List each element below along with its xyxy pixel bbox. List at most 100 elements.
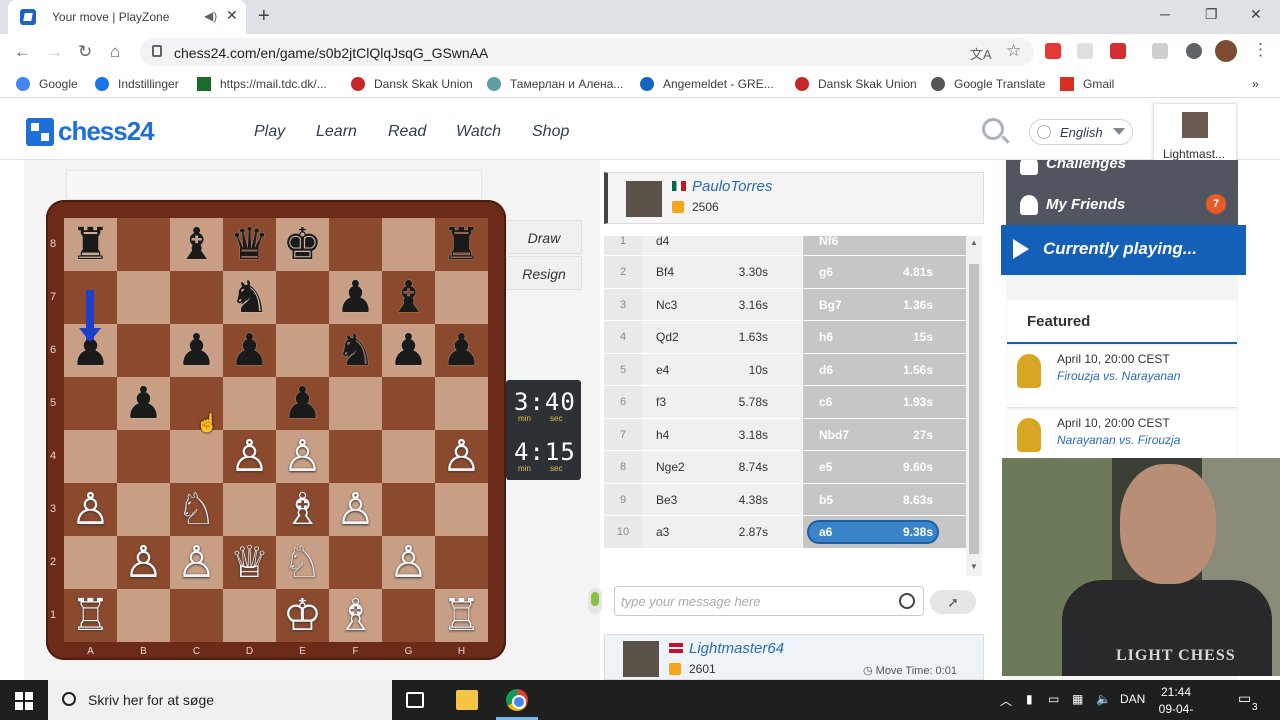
search-icon[interactable] xyxy=(982,118,1004,140)
square-f4[interactable] xyxy=(329,430,382,483)
black-move[interactable]: Nbd7 27s xyxy=(803,418,966,450)
square-b7[interactable] xyxy=(117,271,170,324)
minimize-icon[interactable]: ─ xyxy=(1160,6,1170,22)
extension-icon[interactable] xyxy=(1077,43,1093,59)
square-c4[interactable] xyxy=(170,430,223,483)
bookmark-angemeldet[interactable]: Angemeldet - GRE... xyxy=(640,77,774,91)
black-bishop-icon[interactable]: ♝ xyxy=(177,222,216,267)
move-row[interactable]: 4 Qd2 1.63s h6 15s xyxy=(604,321,966,354)
bookmark-dansk-skak-union[interactable]: Dansk Skak Union xyxy=(351,77,473,91)
sidebar-item-my-friends[interactable]: My Friends xyxy=(1006,184,1238,226)
back-icon[interactable]: ← xyxy=(14,42,31,62)
black-pawn-icon[interactable]: ♟ xyxy=(124,381,163,426)
black-rook-icon[interactable]: ♜ xyxy=(442,222,481,267)
square-h6[interactable]: ♟ xyxy=(435,324,488,377)
square-c3[interactable]: ♘ xyxy=(170,483,223,536)
square-e7[interactable] xyxy=(276,271,329,324)
scroll-up-icon[interactable]: ▲ xyxy=(970,238,978,247)
black-move[interactable]: a6 9.38s xyxy=(803,516,966,548)
square-f5[interactable] xyxy=(329,377,382,430)
bookmark-star-icon[interactable]: ☆ xyxy=(1006,41,1021,61)
scroll-down-icon[interactable]: ▼ xyxy=(970,562,978,571)
bookmark-google-translate[interactable]: Google Translate xyxy=(931,77,1045,91)
white-pawn-icon[interactable]: ♙ xyxy=(124,540,163,585)
square-d7[interactable]: ♞ xyxy=(223,271,276,324)
square-g2[interactable]: ♙ xyxy=(382,536,435,589)
bookmark-gmail[interactable]: Gmail xyxy=(1060,77,1114,91)
language-select[interactable]: English xyxy=(1029,119,1133,145)
square-g1[interactable] xyxy=(382,589,435,642)
nav-learn[interactable]: Learn xyxy=(316,123,357,141)
square-h1[interactable]: ♖ xyxy=(435,589,488,642)
white-move[interactable]: a3 2.87s xyxy=(642,516,802,548)
square-c2[interactable]: ♙ xyxy=(170,536,223,589)
white-pawn-icon[interactable]: ♙ xyxy=(177,540,216,585)
square-g5[interactable] xyxy=(382,377,435,430)
input-language[interactable]: DAN xyxy=(1120,692,1145,706)
white-pawn-icon[interactable]: ♙ xyxy=(336,487,375,532)
white-move[interactable]: d4 xyxy=(642,236,802,255)
bookmark-tamerlan[interactable]: Тамерлан и Алена... xyxy=(487,77,623,91)
taskbar-clock[interactable]: 21:4409-04-2020 xyxy=(1146,684,1206,720)
currently-playing-button[interactable]: Currently playing... xyxy=(1001,225,1246,275)
square-f6[interactable]: ♞ xyxy=(329,324,382,377)
battery-icon[interactable]: ▭ xyxy=(1048,692,1059,706)
move-list[interactable]: 1 d4 Nf6 2 Bf4 3.30s g6 4.81s 3 Nc3 3.16s Bg7 1.36s 4… xyxy=(604,236,966,550)
square-h2[interactable] xyxy=(435,536,488,589)
square-c1[interactable] xyxy=(170,589,223,642)
white-move[interactable]: f3 5.78s xyxy=(642,386,802,418)
square-b1[interactable] xyxy=(117,589,170,642)
black-pawn-icon[interactable]: ♟ xyxy=(177,328,216,373)
black-knight-icon[interactable]: ♞ xyxy=(230,275,269,320)
square-e5[interactable]: ♟ xyxy=(276,377,329,430)
square-a8[interactable]: ♜ xyxy=(64,218,117,271)
nav-play[interactable]: Play xyxy=(254,123,285,141)
home-icon[interactable]: ⌂ xyxy=(110,42,120,62)
draw-button[interactable]: Draw xyxy=(506,220,582,254)
black-move[interactable]: g6 4.81s xyxy=(803,256,966,288)
chat-toggle[interactable] xyxy=(588,588,602,614)
featured-item[interactable]: April 10, 20:00 CEST Firouzja vs. Narayan… xyxy=(1007,346,1237,408)
square-b3[interactable] xyxy=(117,483,170,536)
square-f1[interactable]: ♗ xyxy=(329,589,382,642)
white-knight-icon[interactable]: ♘ xyxy=(283,540,322,585)
move-row[interactable]: 3 Nc3 3.16s Bg7 1.36s xyxy=(604,288,966,321)
white-move[interactable]: Nge2 8.74s xyxy=(642,451,802,483)
bookmark-mail-tdc[interactable]: https://mail.tdc.dk/... xyxy=(197,77,327,91)
square-h3[interactable] xyxy=(435,483,488,536)
square-b6[interactable] xyxy=(117,324,170,377)
white-queen-icon[interactable]: ♕ xyxy=(230,540,269,585)
square-a3[interactable]: ♙ xyxy=(64,483,117,536)
white-pawn-icon[interactable]: ♙ xyxy=(283,434,322,479)
black-pawn-icon[interactable]: ♟ xyxy=(283,381,322,426)
tab-close-icon[interactable]: ✕ xyxy=(226,7,238,24)
square-h7[interactable] xyxy=(435,271,488,324)
square-h4[interactable]: ♙ xyxy=(435,430,488,483)
black-bishop-icon[interactable]: ♝ xyxy=(389,275,428,320)
white-move[interactable]: Qd2 1.63s xyxy=(642,321,802,353)
move-row[interactable]: 5 e4 10s d6 1.56s xyxy=(604,353,966,386)
black-king-icon[interactable]: ♚ xyxy=(283,222,322,267)
square-e8[interactable]: ♚ xyxy=(276,218,329,271)
black-pawn-icon[interactable]: ♟ xyxy=(336,275,375,320)
white-rook-icon[interactable]: ♖ xyxy=(71,593,110,638)
nav-watch[interactable]: Watch xyxy=(456,123,501,141)
nav-shop[interactable]: Shop xyxy=(532,123,569,141)
browser-tab[interactable]: Your move | PlayZone ◀) ✕ xyxy=(8,0,246,34)
square-d8[interactable]: ♛ xyxy=(223,218,276,271)
white-rook-icon[interactable]: ♖ xyxy=(442,593,481,638)
white-pawn-icon[interactable]: ♙ xyxy=(389,540,428,585)
square-g4[interactable] xyxy=(382,430,435,483)
move-row[interactable]: 9 Be3 4.38s b5 8.63s xyxy=(604,483,966,516)
black-queen-icon[interactable]: ♛ xyxy=(230,222,269,267)
square-d5[interactable] xyxy=(223,377,276,430)
chrome-icon[interactable] xyxy=(506,689,528,711)
square-a5[interactable] xyxy=(64,377,117,430)
black-knight-icon[interactable]: ♞ xyxy=(336,328,375,373)
move-row[interactable]: 7 h4 3.18s Nbd7 27s xyxy=(604,418,966,451)
move-row[interactable]: 2 Bf4 3.30s g6 4.81s xyxy=(604,256,966,289)
chat-input[interactable]: type your message here xyxy=(614,586,924,616)
player-name[interactable]: Lightmaster64 xyxy=(689,640,784,657)
black-move[interactable]: c6 1.93s xyxy=(803,386,966,418)
menu-dots-icon[interactable]: ⋮ xyxy=(1252,40,1269,60)
